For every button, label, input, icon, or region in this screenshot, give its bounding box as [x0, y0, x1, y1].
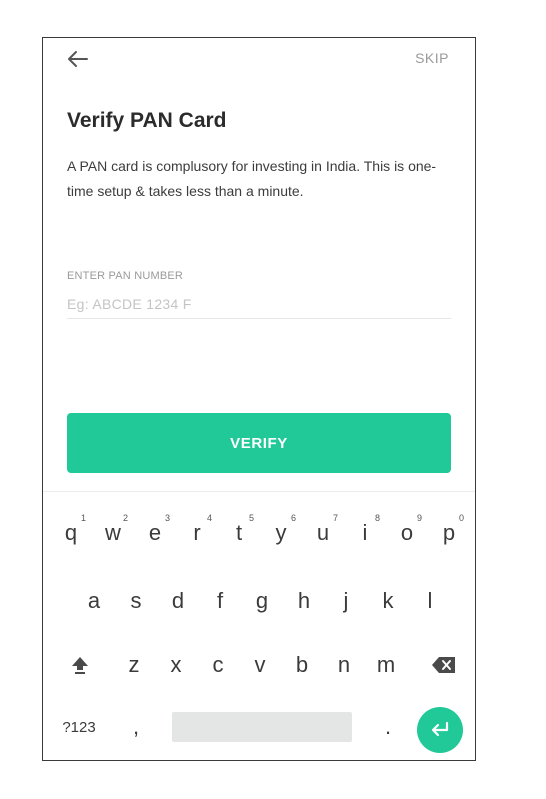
key-v[interactable]: v	[239, 642, 281, 688]
key-d[interactable]: d	[157, 578, 199, 624]
key-label: p	[442, 520, 456, 545]
pan-field-label: ENTER PAN NUMBER	[67, 270, 184, 282]
arrow-left-icon	[68, 51, 88, 67]
skip-button[interactable]: SKIP	[415, 50, 449, 66]
key-q[interactable]: q1	[50, 510, 92, 556]
key-n[interactable]: n	[323, 642, 365, 688]
key-label: r	[193, 520, 201, 545]
phone-screen: SKIP Verify PAN Card A PAN card is compl…	[42, 37, 476, 761]
key-z[interactable]: z	[113, 642, 155, 688]
keyboard-row-2: asdfghjkl	[43, 578, 475, 628]
key-h[interactable]: h	[283, 578, 325, 624]
key-label: e	[148, 520, 162, 545]
key-w[interactable]: w2	[92, 510, 134, 556]
key-m[interactable]: m	[365, 642, 407, 688]
shift-key[interactable]	[60, 642, 100, 688]
key-hint-number: 4	[206, 513, 212, 523]
back-button[interactable]	[65, 48, 91, 70]
keyboard-row-3: zxcvbnm	[43, 642, 475, 692]
key-hint-number: 8	[374, 513, 380, 523]
key-hint-number: 3	[164, 513, 170, 523]
key-hint-number: 6	[290, 513, 296, 523]
key-hint-number: 7	[332, 513, 338, 523]
key-label: i	[362, 520, 368, 545]
keyboard-row-4: ?123 , .	[43, 704, 475, 754]
key-o[interactable]: o9	[386, 510, 428, 556]
key-r[interactable]: r4	[176, 510, 218, 556]
page-description: A PAN card is complusory for investing i…	[67, 158, 437, 199]
comma-key[interactable]: ,	[121, 704, 151, 750]
key-hint-number: 0	[458, 513, 464, 523]
key-label: o	[400, 520, 414, 545]
key-s[interactable]: s	[115, 578, 157, 624]
key-label: y	[275, 520, 287, 545]
page-title: Verify PAN Card	[67, 109, 227, 132]
key-f[interactable]: f	[199, 578, 241, 624]
key-k[interactable]: k	[367, 578, 409, 624]
shift-icon	[72, 657, 88, 674]
backspace-icon	[432, 657, 455, 673]
key-label: w	[105, 520, 121, 545]
pan-number-input[interactable]	[67, 289, 451, 319]
key-label: u	[316, 520, 330, 545]
key-hint-number: 1	[80, 513, 86, 523]
key-j[interactable]: j	[325, 578, 367, 624]
key-label: t	[235, 520, 243, 545]
keyboard-row-1: q1w2e3r4t5y6u7i8o9p0	[43, 510, 475, 560]
key-b[interactable]: b	[281, 642, 323, 688]
enter-key[interactable]	[417, 707, 463, 753]
symbols-key[interactable]: ?123	[55, 704, 103, 750]
top-bar: SKIP	[43, 38, 475, 78]
key-u[interactable]: u7	[302, 510, 344, 556]
key-g[interactable]: g	[241, 578, 283, 624]
key-hint-number: 5	[248, 513, 254, 523]
key-y[interactable]: y6	[260, 510, 302, 556]
key-l[interactable]: l	[409, 578, 451, 624]
key-t[interactable]: t5	[218, 510, 260, 556]
period-key[interactable]: .	[373, 704, 403, 750]
key-hint-number: 9	[416, 513, 422, 523]
backspace-key[interactable]	[420, 642, 468, 688]
key-x[interactable]: x	[155, 642, 197, 688]
soft-keyboard: q1w2e3r4t5y6u7i8o9p0 asdfghjkl zxcvbnm ?…	[43, 491, 475, 760]
key-a[interactable]: a	[73, 578, 115, 624]
key-p[interactable]: p0	[428, 510, 470, 556]
key-label: q	[64, 520, 78, 545]
space-key[interactable]	[172, 712, 352, 742]
key-i[interactable]: i8	[344, 510, 386, 556]
key-c[interactable]: c	[197, 642, 239, 688]
key-e[interactable]: e3	[134, 510, 176, 556]
enter-icon	[431, 721, 449, 737]
key-hint-number: 2	[122, 513, 128, 523]
verify-button[interactable]: VERIFY	[67, 413, 451, 473]
